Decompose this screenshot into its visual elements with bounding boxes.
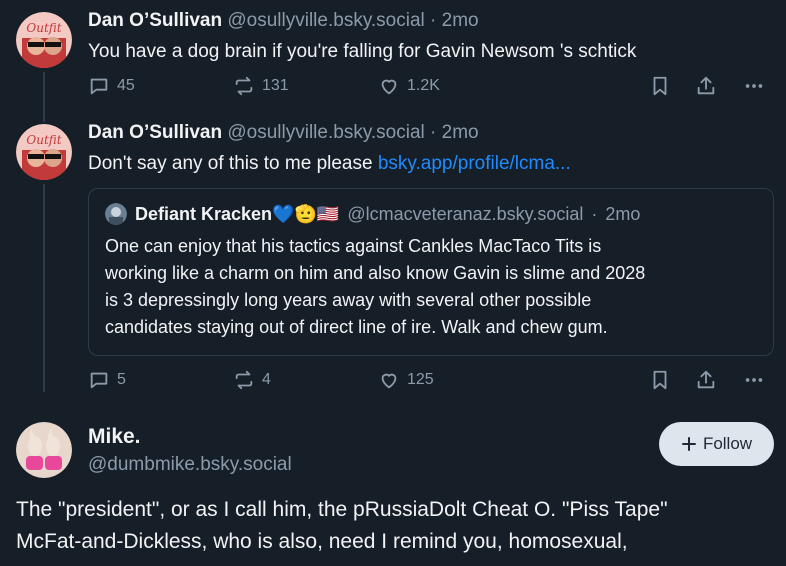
bookmark-icon [653, 370, 667, 390]
post-text-content: Don't say any of this to me please [88, 153, 378, 174]
separator-dot: · [430, 10, 437, 31]
quote-line: working like a charm on him and also kno… [105, 263, 646, 283]
reply-count: 5 [117, 371, 126, 388]
like-button[interactable]: 1.2K [378, 75, 440, 97]
post-header: Dan O’Sullivan @osullyville.bsky.social … [88, 10, 479, 32]
post-actions: 5 4 125 [88, 369, 778, 395]
speech-bubble-icon [90, 372, 108, 389]
svg-text:Outfit: Outfit [26, 21, 61, 35]
more-options-button[interactable] [743, 75, 765, 97]
share-upload-icon [697, 76, 715, 95]
avatar-mike[interactable] [16, 422, 72, 478]
author-name[interactable]: Dan O’Sullivan [88, 122, 222, 143]
author-handle[interactable]: @osullyville.bsky.social [227, 10, 424, 31]
avatar-dan[interactable]: Outfit [16, 12, 72, 68]
post-1[interactable]: Outfit Dan O’Sullivan @osullyville.bsky.… [0, 0, 786, 112]
bookmark-button[interactable] [649, 369, 671, 391]
post-actions: 45 131 1.2K [88, 75, 778, 101]
speech-bubble-icon [90, 78, 108, 95]
separator-dot: · [591, 203, 598, 224]
more-options-button[interactable] [743, 369, 765, 391]
profile-link[interactable]: bsky.app/profile/lcma... [378, 153, 571, 174]
post-text: The "president", or as I call him, the p… [16, 494, 776, 558]
like-count: 125 [407, 371, 434, 388]
post-header: Dan O’Sullivan @osullyville.bsky.social … [88, 122, 479, 144]
reply-button[interactable]: 5 [88, 369, 126, 391]
repost-count: 4 [262, 371, 271, 388]
author-handle[interactable]: @osullyville.bsky.social [227, 122, 424, 143]
quote-time[interactable]: 2mo [605, 204, 640, 225]
repost-button[interactable]: 131 [233, 75, 289, 97]
quote-author-emoji: 💙🫡🇺🇸 [272, 203, 340, 224]
post-line: McFat-and-Dickless, who is also, need I … [16, 530, 628, 553]
bookmark-icon [653, 76, 667, 96]
quote-text: One can enjoy that his tactics against C… [105, 233, 765, 341]
post-line: The "president", or as I call him, the p… [16, 498, 668, 521]
bookmark-button[interactable] [649, 75, 671, 97]
follow-label: Follow [702, 434, 753, 453]
quote-author-handle[interactable]: @lcmacveteranaz.bsky.social [347, 204, 583, 225]
quote-avatar[interactable] [105, 203, 127, 225]
reply-count: 45 [117, 77, 135, 94]
quote-line: is 3 depressingly long years away with s… [105, 290, 592, 310]
reply-button[interactable]: 45 [88, 75, 135, 97]
follow-button[interactable]: Follow [659, 422, 774, 466]
avatar-dan[interactable]: Outfit [16, 124, 72, 180]
quote-header: Defiant Kracken💙🫡🇺🇸 @lcmacveteranaz.bsky… [105, 203, 640, 225]
repost-button[interactable]: 4 [233, 369, 271, 391]
svg-text:Outfit: Outfit [26, 133, 61, 147]
repost-arrows-icon [235, 76, 253, 96]
ellipsis-icon [745, 84, 763, 88]
heart-icon [381, 373, 397, 389]
post-text: You have a dog brain if you're falling f… [88, 41, 637, 62]
share-button[interactable] [695, 369, 717, 391]
heart-icon [381, 79, 397, 95]
author-name[interactable]: Dan O’Sullivan [88, 10, 222, 31]
quote-line: One can enjoy that his tactics against C… [105, 236, 602, 256]
repost-arrows-icon [235, 370, 253, 390]
repost-count: 131 [262, 77, 289, 94]
post-time[interactable]: 2mo [442, 10, 479, 31]
quote-author-text: Defiant Kracken [135, 203, 273, 224]
share-upload-icon [697, 370, 715, 389]
ellipsis-icon [745, 378, 763, 382]
post-time[interactable]: 2mo [442, 122, 479, 143]
plus-icon [681, 437, 696, 451]
post-text: Don't say any of this to me please bsky.… [88, 153, 571, 175]
quote-author-name[interactable]: Defiant Kracken💙🫡🇺🇸 [135, 204, 339, 225]
quote-line: candidates staying out of direct line of… [105, 317, 608, 337]
quoted-post[interactable]: Defiant Kracken💙🫡🇺🇸 @lcmacveteranaz.bsky… [88, 188, 774, 356]
author-name[interactable]: Mike. [88, 425, 141, 449]
like-button[interactable]: 125 [378, 369, 434, 391]
separator-dot: · [430, 122, 437, 143]
like-count: 1.2K [407, 77, 440, 94]
share-button[interactable] [695, 75, 717, 97]
author-handle[interactable]: @dumbmike.bsky.social [88, 454, 292, 476]
